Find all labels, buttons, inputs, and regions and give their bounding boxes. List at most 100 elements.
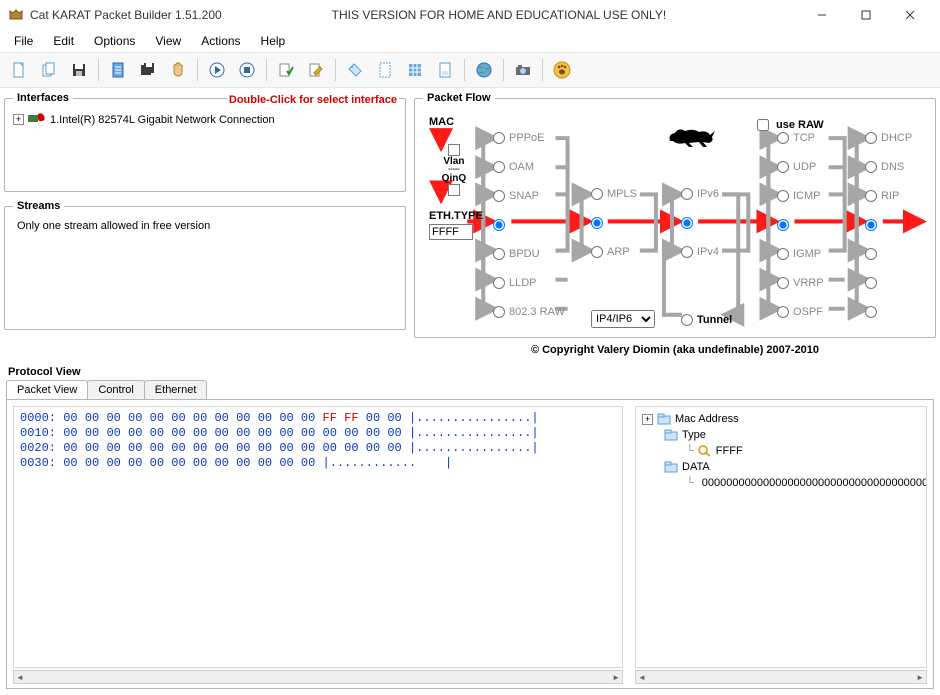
- page2-icon[interactable]: [432, 57, 458, 83]
- proto-tcp[interactable]: TCP: [777, 130, 857, 146]
- hand-icon[interactable]: [165, 57, 191, 83]
- menu-view[interactable]: View: [145, 32, 191, 50]
- right-column: Packet Flow: [410, 88, 940, 360]
- proto-bpdu[interactable]: BPDU: [493, 246, 573, 262]
- page-icon[interactable]: [372, 57, 398, 83]
- edit-check-icon[interactable]: [273, 57, 299, 83]
- proto-ipv6[interactable]: IPv6: [681, 186, 761, 202]
- copy-icon[interactable]: [36, 57, 62, 83]
- menu-file[interactable]: File: [4, 32, 43, 50]
- toolbar-separator: [503, 59, 504, 81]
- proto-c5-r5[interactable]: [865, 246, 940, 262]
- toolbar-separator: [542, 59, 543, 81]
- save-all-icon[interactable]: [135, 57, 161, 83]
- proto-dns[interactable]: DNS: [865, 159, 940, 175]
- paw-icon[interactable]: [549, 57, 575, 83]
- menu-actions[interactable]: Actions: [191, 32, 250, 50]
- camera-icon[interactable]: [510, 57, 536, 83]
- proto-c5-pass[interactable]: [865, 217, 940, 233]
- expand-icon[interactable]: +: [13, 114, 24, 125]
- proto-snap[interactable]: SNAP: [493, 188, 573, 204]
- proto-col-3: IPv6 IPv4: [681, 186, 761, 260]
- proto-c3-pass[interactable]: [681, 215, 761, 231]
- packet-flow-group: Packet Flow: [414, 92, 936, 338]
- toolbar-separator: [98, 59, 99, 81]
- proto-c5-r7[interactable]: [865, 304, 940, 320]
- proto-pppoe[interactable]: PPPoE: [493, 130, 573, 146]
- doc-blue-icon[interactable]: [105, 57, 131, 83]
- play-icon[interactable]: [204, 57, 230, 83]
- left-column: Interfaces Double-Click for select inter…: [0, 88, 410, 360]
- proto-c4-pass[interactable]: [777, 217, 857, 233]
- proto-c1-pass[interactable]: [493, 217, 573, 233]
- interface-row[interactable]: + 1.Intel(R) 82574L Gigabit Network Conn…: [13, 110, 397, 129]
- protocol-view-frame: 0000: 00 00 00 00 00 00 00 00 00 00 00 0…: [6, 399, 934, 689]
- menu-options[interactable]: Options: [84, 32, 145, 50]
- minimize-button[interactable]: [800, 1, 844, 29]
- qinq-checkbox[interactable]: [448, 184, 460, 196]
- tag-icon[interactable]: [342, 57, 368, 83]
- copyright: © Copyright Valery Diomin (aka undefinab…: [410, 344, 940, 356]
- proto-c2-pass[interactable]: [591, 215, 671, 231]
- interface-name: 1.Intel(R) 82574L Gigabit Network Connec…: [50, 114, 275, 126]
- tree-item[interactable]: └FFFF: [642, 443, 920, 459]
- tree-item[interactable]: DATA: [642, 459, 920, 475]
- proto-vrrp[interactable]: VRRP: [777, 275, 857, 291]
- menu-edit[interactable]: Edit: [43, 32, 84, 50]
- proto-col-4: TCP UDP ICMP IGMP VRRP OSPF: [777, 130, 857, 320]
- maximize-button[interactable]: [844, 1, 888, 29]
- mac-label: MAC: [429, 116, 483, 128]
- proto-oam[interactable]: OAM: [493, 159, 573, 175]
- proto-ospf[interactable]: OSPF: [777, 304, 857, 320]
- protocol-view-label: Protocol View: [8, 366, 932, 378]
- proto-col-2: MPLS ARP: [591, 186, 671, 260]
- proto-rip[interactable]: RIP: [865, 188, 940, 204]
- edit-pencil-icon[interactable]: [303, 57, 329, 83]
- toolbar-separator: [197, 59, 198, 81]
- expand-icon[interactable]: +: [642, 414, 653, 425]
- tree-item[interactable]: └000000000000000000000000000000000000000…: [642, 475, 920, 491]
- packet-flow-canvas: MAC Vlan ----- QinQ ETH.TYPE use: [423, 110, 927, 330]
- use-raw-checkbox[interactable]: [757, 119, 769, 131]
- globe-icon[interactable]: [471, 57, 497, 83]
- hex-scrollbar[interactable]: ◄►: [13, 670, 623, 684]
- tree-scrollbar[interactable]: ◄►: [635, 670, 927, 684]
- qinq-label: QinQ: [442, 173, 466, 184]
- streams-message: Only one stream allowed in free version: [13, 218, 397, 234]
- save-icon[interactable]: [66, 57, 92, 83]
- close-button[interactable]: [888, 1, 932, 29]
- packet-tree[interactable]: + Mac Address Type└FFFF DATA └00000000000000…: [635, 406, 927, 668]
- proto-dhcp[interactable]: DHCP: [865, 130, 940, 146]
- ethtype-input[interactable]: [429, 224, 473, 240]
- proto-ipv4[interactable]: IPv4: [681, 244, 761, 260]
- proto-lldp[interactable]: LLDP: [493, 275, 573, 291]
- menu-bar: File Edit Options View Actions Help: [0, 30, 940, 52]
- tree-label: Mac Address: [675, 413, 739, 425]
- grid-icon[interactable]: [402, 57, 428, 83]
- menu-help[interactable]: Help: [251, 32, 296, 50]
- proto-mpls[interactable]: MPLS: [591, 186, 671, 202]
- tab-control[interactable]: Control: [87, 380, 144, 399]
- proto-c5-r6[interactable]: [865, 275, 940, 291]
- tunnel-radio[interactable]: [681, 314, 693, 326]
- proto-udp[interactable]: UDP: [777, 159, 857, 175]
- stop-icon[interactable]: [234, 57, 260, 83]
- nic-icon: [28, 112, 46, 127]
- tree-label: DATA: [682, 461, 710, 473]
- proto-arp[interactable]: ARP: [591, 244, 671, 260]
- vlan-checkbox[interactable]: [448, 144, 460, 156]
- proto-igmp[interactable]: IGMP: [777, 246, 857, 262]
- toolbar-separator: [464, 59, 465, 81]
- tab-strip: Packet View Control Ethernet: [6, 380, 940, 399]
- tab-packet-view[interactable]: Packet View: [6, 380, 88, 399]
- toolbar: [0, 52, 940, 88]
- new-file-icon[interactable]: [6, 57, 32, 83]
- tree-item[interactable]: + Mac Address: [642, 411, 920, 427]
- cat-icon: [667, 122, 717, 148]
- proto-8023raw[interactable]: 802.3 RAW: [493, 304, 573, 320]
- hex-dump[interactable]: 0000: 00 00 00 00 00 00 00 00 00 00 00 0…: [13, 406, 623, 668]
- ip-version-select[interactable]: IP4/IP6: [591, 310, 655, 328]
- tab-ethernet[interactable]: Ethernet: [144, 380, 208, 399]
- proto-icmp[interactable]: ICMP: [777, 188, 857, 204]
- tree-item[interactable]: Type: [642, 427, 920, 443]
